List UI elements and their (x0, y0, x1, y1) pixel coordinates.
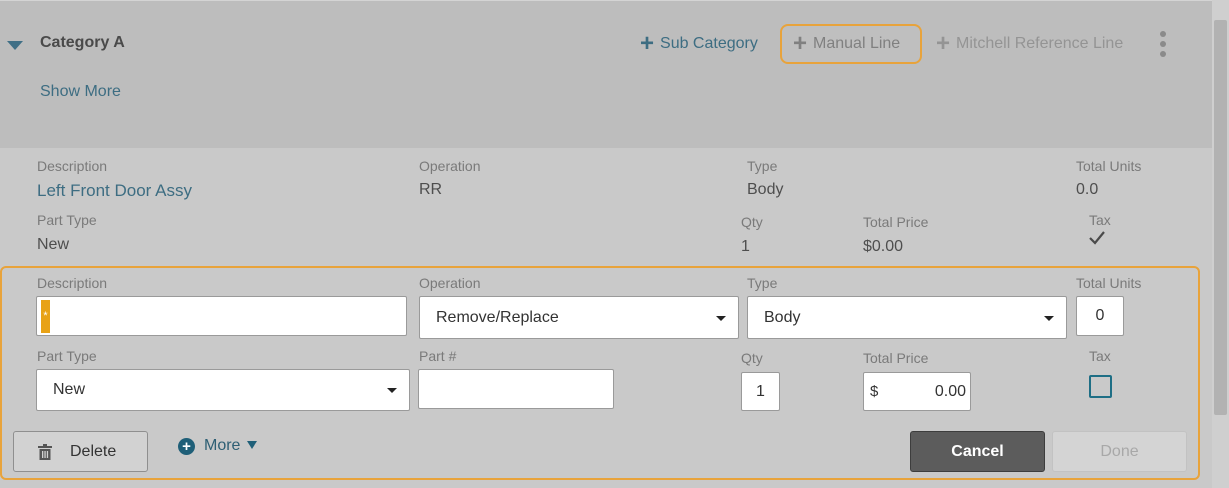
existing-total-price-value: $0.00 (863, 238, 904, 255)
existing-estimate-line[interactable] (0, 148, 1212, 266)
add-mitchell-reference-line-button[interactable]: + Mitchell Reference Line (936, 24, 1123, 64)
type-select[interactable]: Body (747, 296, 1067, 339)
qty-input[interactable] (742, 373, 779, 410)
more-button[interactable]: + More (178, 437, 258, 455)
total-units-label: Total Units (1076, 275, 1142, 291)
total-price-input[interactable] (878, 373, 970, 410)
existing-qty-label: Qty (741, 214, 763, 230)
trash-icon (38, 443, 52, 460)
part-number-input[interactable] (419, 370, 613, 408)
part-number-label: Part # (419, 348, 457, 364)
existing-type-label: Type (747, 158, 778, 174)
existing-tax-label: Tax (1089, 212, 1111, 228)
existing-qty-value: 1 (741, 238, 750, 255)
scrollbar[interactable] (1212, 0, 1229, 488)
cancel-button[interactable]: Cancel (910, 431, 1045, 472)
existing-description-label: Description (37, 158, 108, 174)
total-price-label: Total Price (863, 350, 929, 366)
plus-icon: + (640, 30, 655, 57)
operation-label: Operation (419, 275, 481, 291)
add-mitchell-reference-line-label: Mitchell Reference Line (956, 35, 1124, 52)
currency-symbol: $ (870, 383, 879, 400)
dropdown-caret-icon (1044, 315, 1054, 321)
required-indicator: * (41, 300, 50, 333)
total-units-input[interactable] (1077, 297, 1123, 335)
category-title: Category A (40, 34, 125, 51)
existing-description-value[interactable]: Left Front Door Assy (37, 181, 192, 201)
plus-icon: + (793, 30, 808, 57)
qty-label: Qty (741, 350, 763, 366)
part-type-label: Part Type (37, 348, 97, 364)
description-field[interactable]: * (36, 296, 407, 336)
done-button[interactable]: Done (1052, 431, 1187, 472)
tax-checkbox[interactable] (1089, 375, 1112, 398)
more-label: More (204, 437, 241, 454)
tax-label: Tax (1089, 348, 1111, 364)
add-sub-category-label: Sub Category (660, 35, 758, 52)
more-options-kebab-icon[interactable] (1158, 31, 1168, 59)
existing-operation-value: RR (419, 181, 443, 198)
total-units-field[interactable] (1076, 296, 1124, 336)
qty-field[interactable] (741, 372, 780, 411)
existing-total-units-label: Total Units (1076, 158, 1142, 174)
dropdown-caret-icon (387, 388, 397, 393)
scrollbar-thumb[interactable] (1214, 20, 1227, 415)
plus-icon: + (936, 30, 951, 57)
show-more-link[interactable]: Show More (40, 83, 121, 101)
delete-button[interactable]: Delete (13, 431, 148, 472)
operation-select[interactable]: Remove/Replace (419, 296, 739, 339)
existing-total-units-value: 0.0 (1076, 181, 1099, 198)
description-label: Description (37, 275, 108, 291)
category-header (0, 0, 1212, 148)
existing-operation-label: Operation (419, 158, 481, 174)
add-manual-line-button[interactable]: + Manual Line (780, 24, 922, 64)
caret-down-icon (247, 440, 258, 449)
dropdown-caret-icon (716, 315, 726, 321)
existing-part-type-label: Part Type (37, 212, 97, 228)
plus-circle-icon: + (178, 437, 195, 455)
tax-checkmark-icon (1089, 231, 1105, 245)
collapse-caret-icon[interactable] (7, 41, 23, 50)
operation-selected-value: Remove/Replace (436, 308, 559, 326)
description-input[interactable] (37, 297, 406, 335)
total-price-field[interactable]: $ (863, 372, 971, 411)
existing-type-value: Body (747, 181, 784, 198)
part-type-selected-value: New (53, 381, 86, 398)
part-type-select[interactable]: New (36, 369, 410, 411)
add-sub-category-button[interactable]: + Sub Category (640, 24, 758, 64)
existing-total-price-label: Total Price (863, 214, 929, 230)
add-manual-line-label: Manual Line (813, 35, 901, 52)
type-selected-value: Body (764, 308, 801, 326)
part-number-field[interactable] (418, 369, 614, 409)
type-label: Type (747, 275, 778, 291)
delete-label: Delete (70, 442, 117, 460)
existing-part-type-value: New (37, 236, 70, 253)
